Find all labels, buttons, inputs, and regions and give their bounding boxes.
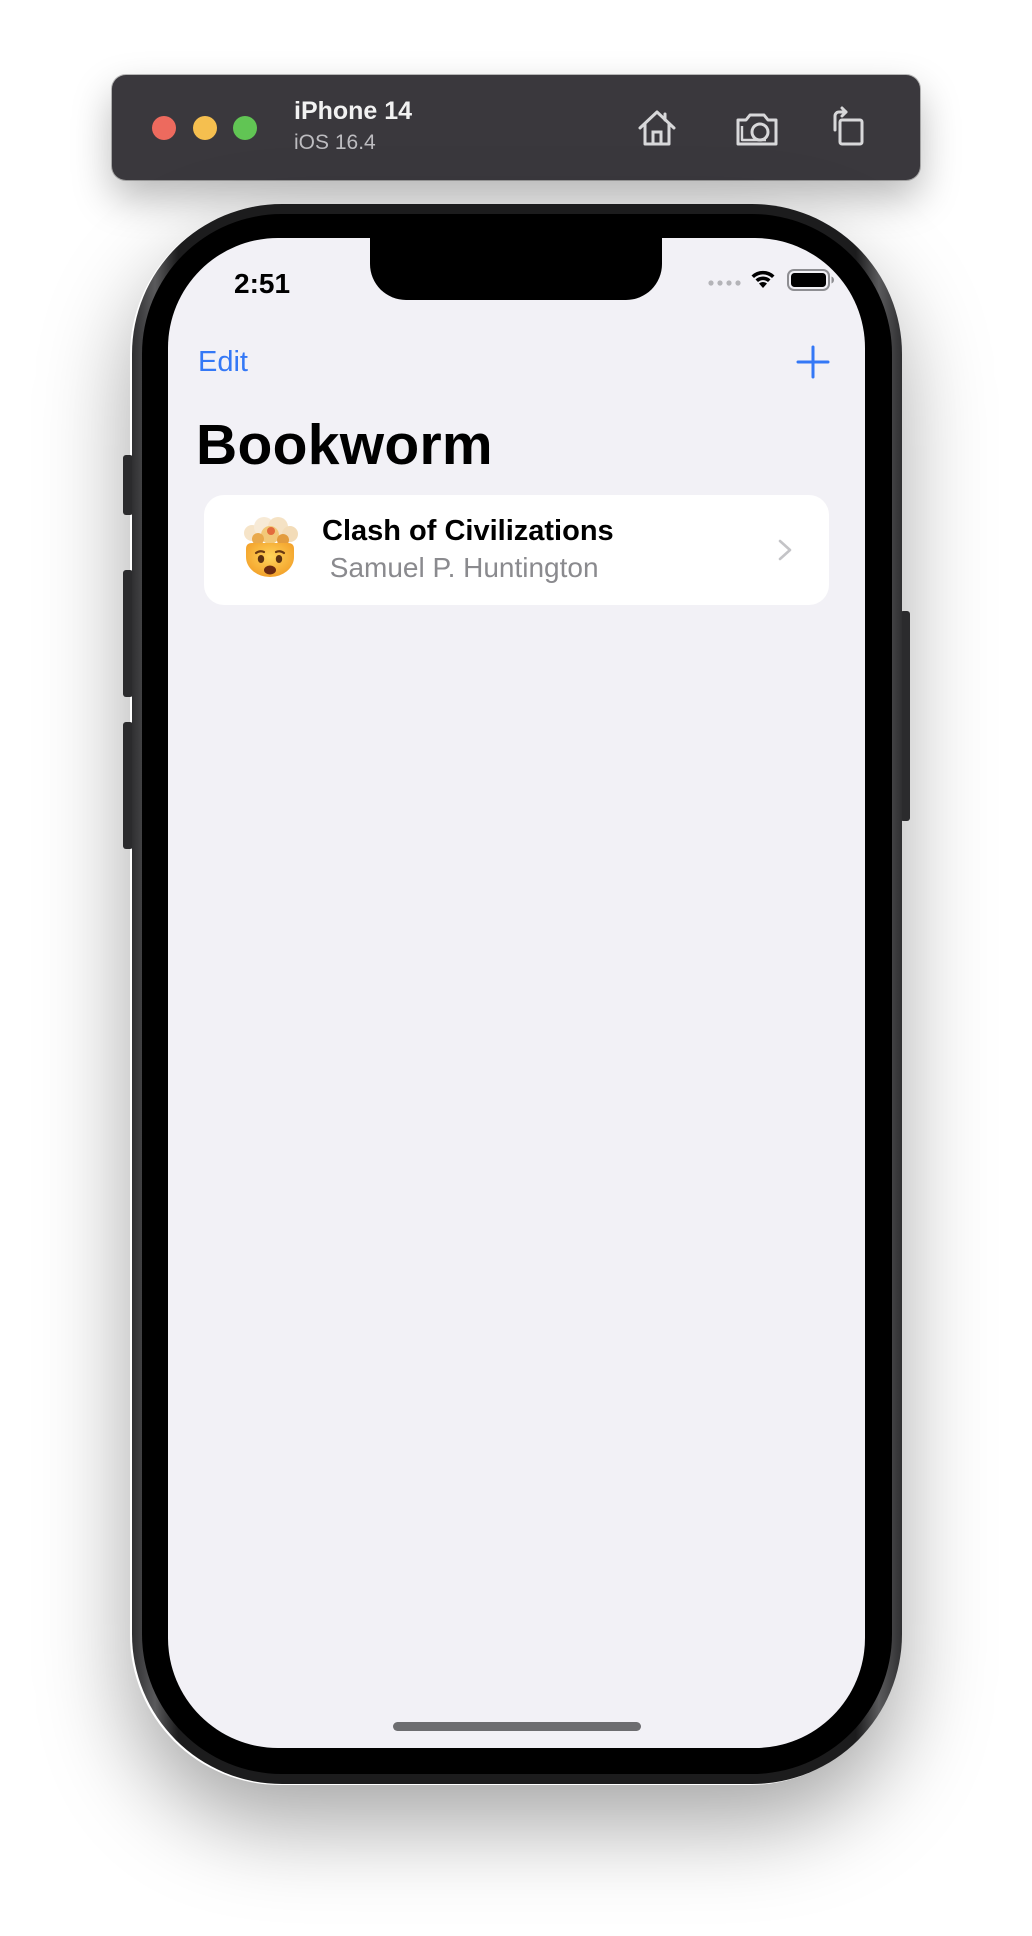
cellular-dots-icon xyxy=(708,280,742,286)
book-author: Samuel P. Huntington xyxy=(322,552,599,583)
wifi-icon xyxy=(749,268,777,290)
plus-icon xyxy=(796,345,830,379)
rotate-icon xyxy=(833,106,864,146)
screenshot-icon xyxy=(736,113,778,146)
rotate-button[interactable] xyxy=(824,104,872,152)
book-title: Clash of Civilizations xyxy=(322,515,614,547)
books-list: Clash of Civilizations Samuel P. Hunting… xyxy=(204,495,829,605)
add-book-button[interactable] xyxy=(795,344,831,380)
home-icon xyxy=(638,110,676,146)
home-button[interactable] xyxy=(633,104,681,152)
exploding-head-emoji-icon xyxy=(238,517,302,581)
minimize-window-button[interactable] xyxy=(193,116,217,140)
battery-icon xyxy=(787,269,835,291)
chevron-right-icon xyxy=(777,538,793,562)
close-window-button[interactable] xyxy=(152,116,176,140)
simulator-os-version: iOS 16.4 xyxy=(294,131,376,154)
status-bar-time: 2:51 xyxy=(234,268,291,299)
home-indicator[interactable] xyxy=(393,1722,641,1731)
edit-button[interactable]: Edit xyxy=(198,346,248,379)
list-item[interactable]: Clash of Civilizations Samuel P. Hunting… xyxy=(204,495,829,605)
simulator-device-name: iPhone 14 xyxy=(294,97,413,125)
notch xyxy=(370,238,662,300)
zoom-window-button[interactable] xyxy=(233,116,257,140)
device-screen: 2:51 Edit Bookworm Clash of Civilization… xyxy=(168,238,865,1748)
screenshot-button[interactable] xyxy=(733,104,781,152)
page-title: Bookworm xyxy=(196,413,493,477)
